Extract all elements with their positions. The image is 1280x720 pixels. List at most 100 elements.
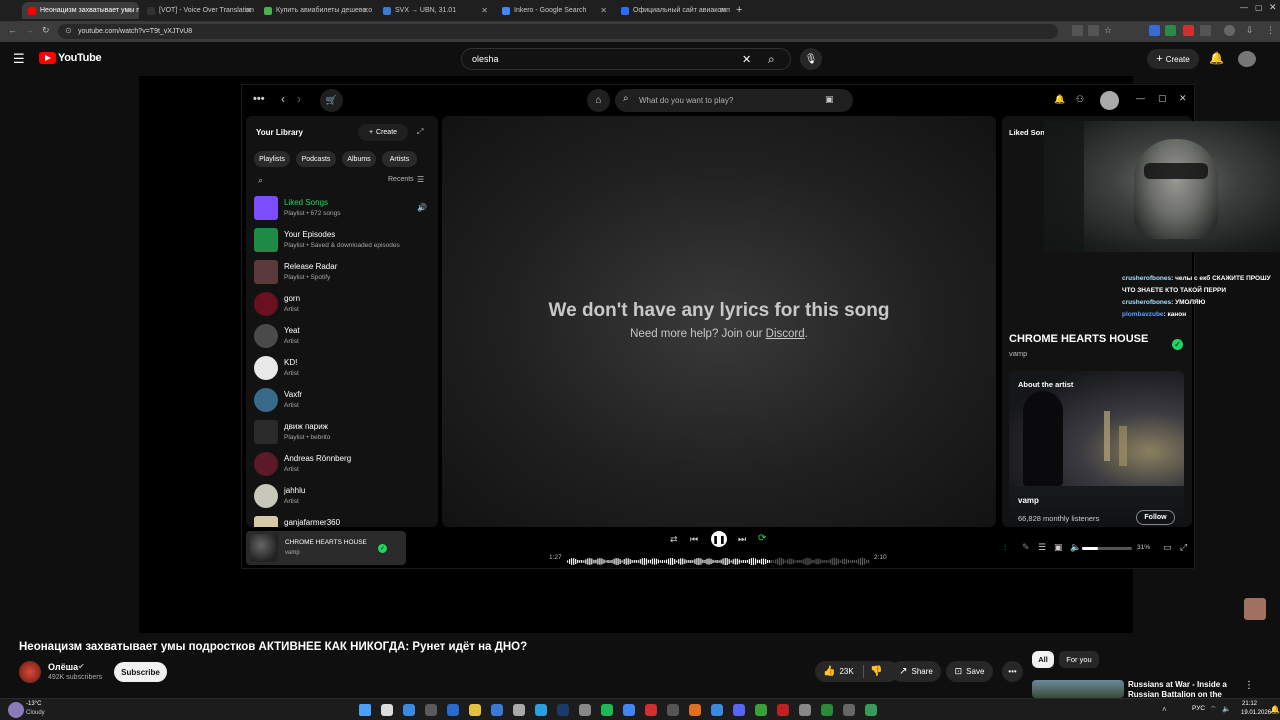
library-item[interactable]: gorn Artist [254,290,434,320]
spotify-home-icon[interactable]: ⌂ [587,89,610,112]
app-icon[interactable] [689,704,701,716]
save-button[interactable]: ⊡ Save [946,661,993,682]
site-info-icon[interactable]: ⊙ [65,26,72,35]
spotify-profile-avatar[interactable] [1100,91,1119,110]
library-item[interactable]: jahhlu Artist [254,482,434,512]
dislike-icon[interactable]: 👎 [870,666,882,677]
more-options-icon[interactable]: ••• [253,93,265,105]
recommended-title[interactable]: Russians at War - Inside a Russian Batta… [1128,680,1238,698]
like-count[interactable]: 23K [839,667,853,676]
app-icon[interactable] [645,704,657,716]
share-button[interactable]: ↗ Share [891,661,941,682]
nav-back-icon[interactable]: ‹ [281,92,285,106]
library-title[interactable]: Your Library [256,128,303,137]
track-artist[interactable]: vamp [1009,349,1027,358]
browser-tab[interactable]: Неонацизм захватывает умы п ✕ [22,2,139,19]
spotify-search-input[interactable]: ⌕ What do you want to play? ▣ [615,89,853,112]
library-search-icon[interactable]: ⌕ [258,175,263,186]
extensions-puzzle-icon[interactable] [1200,25,1211,36]
library-item[interactable]: Vaxfr Artist [254,386,434,416]
follow-button[interactable]: Follow [1136,510,1175,525]
library-filter-chip[interactable]: Albums [342,151,376,167]
clear-search-icon[interactable]: ✕ [742,53,751,66]
app-icon[interactable] [843,704,855,716]
browser-tab[interactable]: SVX → UBN, 31.01 ✕ [377,2,494,19]
recents-sort[interactable]: Recents [388,176,414,183]
minimize-window-icon[interactable]: — [1240,3,1248,12]
lyrics-icon[interactable]: ✎ [1022,542,1030,553]
now-playing-view-icon[interactable]: ⫶ [1004,542,1006,553]
close-icon[interactable]: ✕ [1179,93,1187,104]
store-cart-icon[interactable]: 🛒 [320,89,343,112]
filter-chip-for-you[interactable]: For you [1059,651,1099,668]
wifi-icon[interactable]: ⌔ [1210,705,1217,714]
whats-new-bell-icon[interactable]: 🔔 [1054,94,1065,105]
minimize-icon[interactable]: — [1136,93,1145,103]
vscode-icon[interactable] [447,704,459,716]
app-icon[interactable] [513,704,525,716]
now-playing-artist[interactable]: vamp [285,550,300,556]
channel-name[interactable]: Олёша [48,662,78,672]
nav-forward-icon[interactable]: › [297,92,301,106]
pause-button[interactable]: ❚❚ [711,531,727,547]
new-tab-button[interactable]: + [736,4,742,16]
channel-avatar[interactable] [19,661,41,683]
youtube-logo-icon[interactable] [39,52,56,64]
chrome-icon[interactable] [623,704,635,716]
start-menu-icon[interactable] [359,704,371,716]
cast-icon[interactable] [1072,25,1083,36]
hamburger-menu-icon[interactable]: ☰ [13,51,25,67]
shuffle-icon[interactable]: ⇄ [670,534,678,545]
account-avatar[interactable] [1238,51,1256,67]
app-icon[interactable] [777,704,789,716]
volume-slider[interactable] [1082,547,1132,550]
close-tab-icon[interactable]: ✕ [362,6,369,15]
library-filter-chip[interactable]: Podcasts [296,151,336,167]
app-icon[interactable] [799,704,811,716]
notifications-bell-icon[interactable]: 🔔 [1209,51,1224,65]
miniplayer-icon[interactable]: ▭ [1163,542,1172,553]
library-filter-chip[interactable]: Playlists [254,151,290,167]
track-title[interactable]: CHROME HEARTS HOUSE [1009,333,1148,345]
speaker-icon[interactable]: 🔈 [1222,705,1231,713]
close-window-icon[interactable]: ✕ [1269,2,1277,13]
browser-tab[interactable]: Купить авиабилеты дешево о ✕ [258,2,375,19]
fullscreen-icon[interactable]: ⤢ [1180,542,1187,553]
bookmark-star-icon[interactable]: ☆ [1104,25,1112,36]
library-create-button[interactable]: + Create [358,124,408,141]
voice-search-icon[interactable]: 🎙 [800,48,822,70]
floating-thumbnail[interactable] [1244,598,1266,620]
maximize-window-icon[interactable]: ▢ [1255,3,1263,12]
liked-check-icon[interactable]: ✓ [378,544,387,553]
next-track-icon[interactable]: ⏭ [738,534,746,545]
album-cover[interactable] [250,534,278,562]
steam-icon[interactable] [557,704,569,716]
about-artist-card[interactable]: About the artist vamp 66,828 monthly lis… [1009,371,1184,527]
app-icon[interactable] [821,704,833,716]
close-tab-icon[interactable]: ✕ [719,6,726,15]
now-playing-title[interactable]: CHROME HEARTS HOUSE [285,539,367,546]
recommended-thumbnail[interactable] [1032,680,1124,698]
recommended-menu-icon[interactable]: ⋮ [1244,680,1254,691]
browser-menu-icon[interactable]: ⋮ [1266,25,1275,36]
discord-link[interactable]: Discord [766,328,805,340]
tray-chevron-icon[interactable]: ˄ [1162,705,1167,714]
youtube-search-input[interactable]: olesha ✕ ⌕ [461,48,791,70]
clock-time[interactable]: 21:12 [1242,701,1257,707]
profile-avatar-icon[interactable] [1224,25,1235,36]
browser-tab[interactable]: Официальный сайт авиакомп ✕ [615,2,732,19]
like-icon[interactable]: 👍 [823,666,835,677]
input-language[interactable]: РУС [1192,705,1205,712]
library-item[interactable]: Release Radar Playlist • Spotify [254,258,434,288]
downloads-icon[interactable]: ⇩ [1246,25,1254,36]
weather-desc[interactable]: Cloudy [26,710,45,716]
notification-bell-icon[interactable]: 🔔 [1270,705,1280,714]
youtube-logo-text[interactable]: YouTube [58,52,102,64]
spotify-taskbar-icon[interactable] [601,704,613,716]
extension-icon[interactable] [1183,25,1194,36]
forward-icon[interactable]: → [25,25,34,35]
library-item[interactable]: Andreas Rönnberg Artist [254,450,434,480]
browser-tab[interactable]: [VOT] - Voice Over Translation ✕ [141,2,258,19]
list-view-icon[interactable]: ☰ [417,175,424,184]
filter-chip-all[interactable]: All [1032,651,1054,668]
